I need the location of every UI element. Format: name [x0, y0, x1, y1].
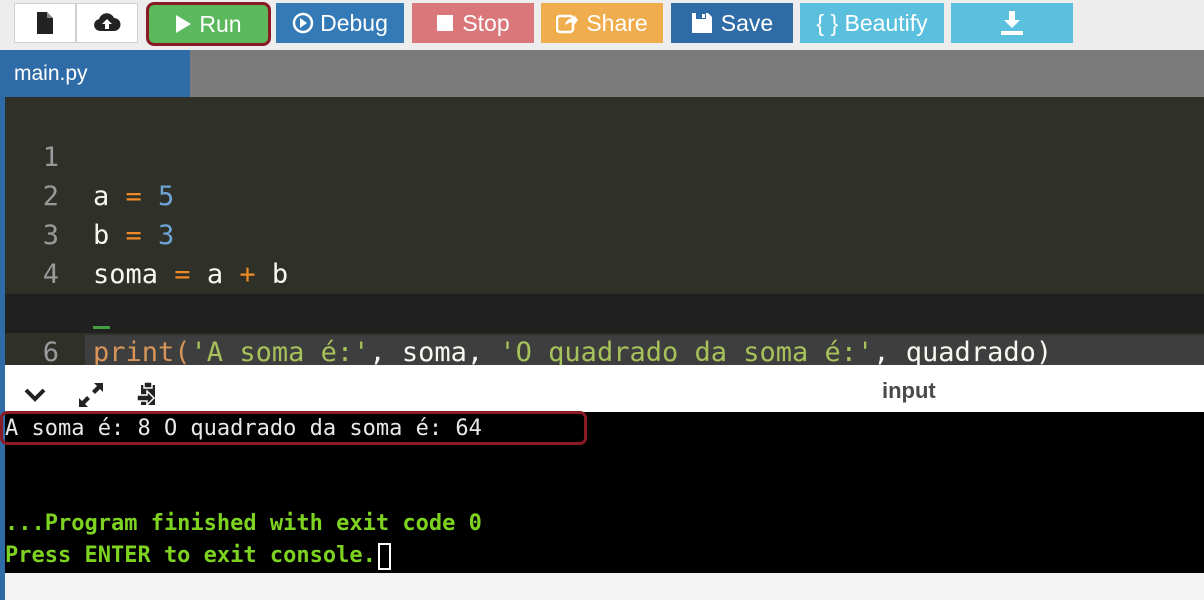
download-button[interactable]	[951, 3, 1073, 43]
save-icon	[691, 12, 713, 34]
console-caret	[377, 542, 391, 570]
press-enter-line: Press ENTER to exit console.	[5, 541, 391, 571]
play-icon	[175, 15, 192, 33]
debug-button[interactable]: Debug	[276, 3, 404, 43]
tab-main-py[interactable]: main.py	[0, 50, 190, 97]
beautify-button-label: { } Beautify	[816, 9, 928, 36]
press-enter-message: Press ENTER to exit console.	[5, 543, 376, 568]
beautify-button[interactable]: { } Beautify	[800, 3, 944, 43]
bottom-strip	[5, 573, 1204, 600]
share-icon	[556, 12, 579, 34]
console-output[interactable]: A soma é: 8 O quadrado da soma é: 64 ...…	[0, 411, 1204, 573]
new-file-button[interactable]	[14, 3, 76, 43]
code-editor[interactable]: 1 a = 5 2 b = 3 3 soma = a + b 4 quadrad…	[5, 97, 1204, 365]
code-line[interactable]: 4 quadrado = soma**2	[5, 216, 1204, 329]
code-line[interactable]: 1 a = 5	[5, 99, 1204, 212]
text-cursor	[93, 326, 110, 329]
save-button-label: Save	[720, 9, 774, 36]
code-line[interactable]: 5 print('A soma é:', soma, 'O quadrado d…	[5, 255, 1204, 365]
save-button[interactable]: Save	[671, 3, 793, 43]
file-icon	[35, 11, 55, 35]
download-icon	[1001, 11, 1023, 35]
chevron-down-icon[interactable]	[20, 380, 50, 410]
tab-label: main.py	[14, 61, 88, 85]
share-button-label: Share	[586, 9, 648, 36]
stop-button-label: Stop	[462, 9, 510, 36]
code-text: print('A soma é:', soma, 'O quadrado da …	[93, 337, 1053, 365]
code-line[interactable]: 3 soma = a + b	[5, 177, 1204, 290]
console-toolbar	[5, 376, 1204, 412]
code-line[interactable]: 2 b = 3	[5, 138, 1204, 251]
stop-button[interactable]: Stop	[412, 3, 534, 43]
run-button[interactable]: Run	[146, 2, 271, 46]
debug-icon	[292, 12, 314, 34]
clipboard-icon[interactable]	[133, 380, 163, 410]
file-tab-bar: main.py	[0, 50, 1204, 97]
console-input-label: input	[882, 378, 936, 403]
stop-icon	[436, 14, 454, 32]
code-line-active[interactable]: 6	[5, 294, 1204, 365]
expand-icon[interactable]	[76, 380, 106, 410]
debug-button-label: Debug	[320, 9, 388, 36]
toolbar: Run Debug Stop Share Save { } Beautify	[0, 0, 1204, 50]
console-output-line: A soma é: 8 O quadrado da soma é: 64	[5, 416, 482, 441]
cloud-upload-icon	[93, 12, 121, 34]
line-number: 6	[42, 337, 59, 365]
upload-button[interactable]	[76, 3, 138, 43]
program-finished-message: ...Program finished with exit code 0	[5, 511, 482, 536]
share-button[interactable]: Share	[541, 3, 663, 43]
run-button-label: Run	[199, 10, 242, 37]
